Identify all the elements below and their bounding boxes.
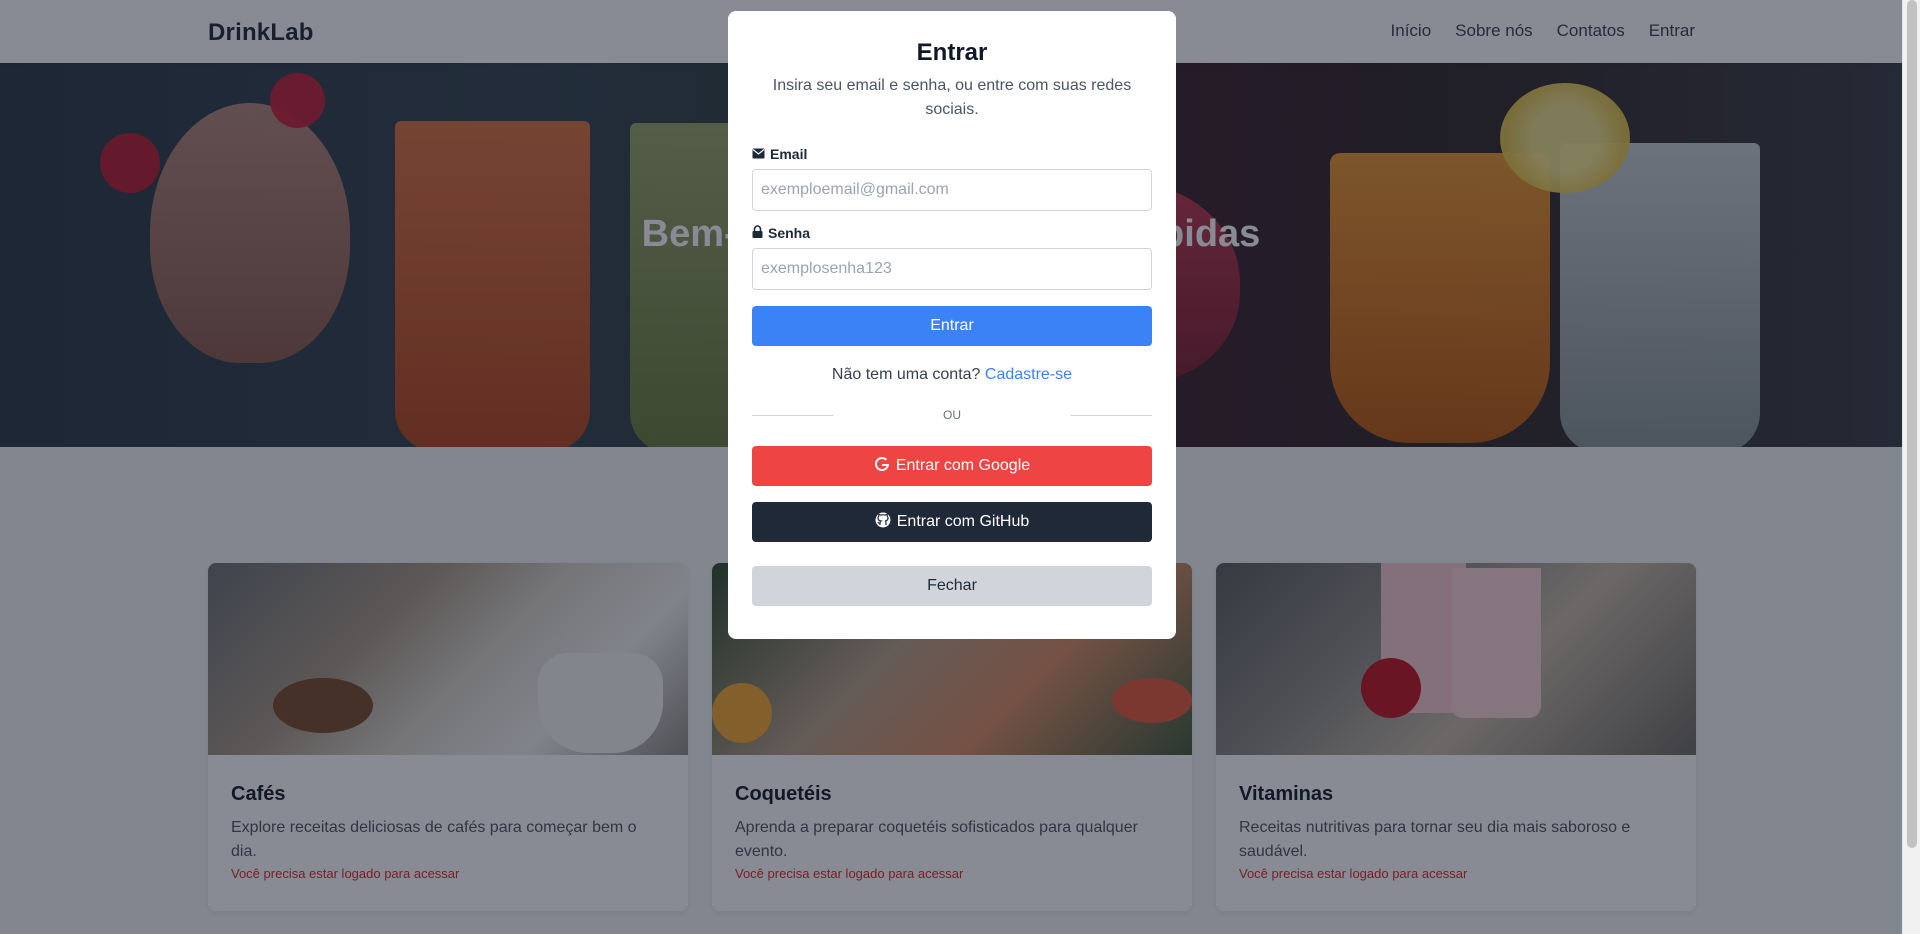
page-scrollbar[interactable] [1902,0,1920,934]
login-modal: Entrar Insira seu email e senha, ou entr… [728,11,1176,639]
google-icon [874,456,890,477]
email-field-group: Email [752,146,1152,211]
envelope-icon [752,146,765,162]
or-divider: OU [752,408,1152,422]
password-label: Senha [752,225,1152,241]
scrollbar-thumb[interactable] [1907,0,1917,848]
login-submit-button[interactable]: Entrar [752,306,1152,346]
close-modal-button[interactable]: Fechar [752,566,1152,606]
signup-prompt: Não tem uma conta? Cadastre-se [831,366,1073,383]
email-label: Email [752,146,1152,162]
modal-title: Entrar [916,39,988,66]
email-input[interactable] [752,169,1152,211]
modal-subtitle: Insira seu email e senha, ou entre com s… [772,77,1132,118]
google-login-button[interactable]: Entrar com Google [752,446,1152,486]
divider-line [752,414,833,416]
password-field-group: Senha [752,225,1152,290]
lock-icon [752,225,763,241]
password-input[interactable] [752,248,1152,290]
github-icon [875,512,891,533]
divider-line [1071,414,1152,416]
signup-link[interactable]: Cadastre-se [985,366,1072,383]
github-login-button[interactable]: Entrar com GitHub [752,502,1152,542]
